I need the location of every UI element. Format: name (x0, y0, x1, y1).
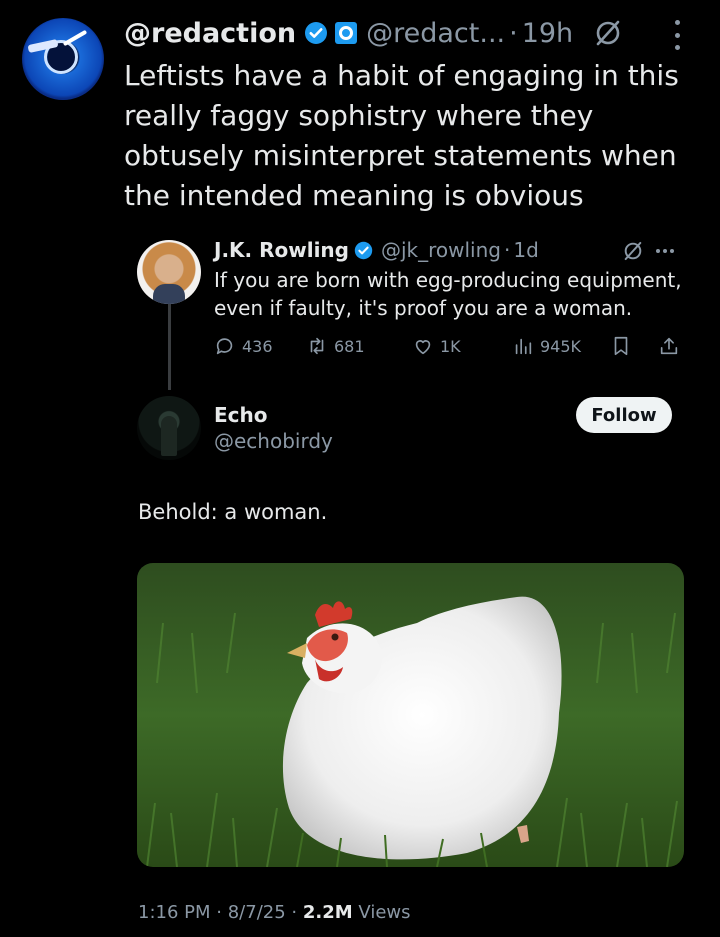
separator: · (291, 902, 298, 923)
views-icon (515, 338, 532, 355)
attached-photo-chicken[interactable] (137, 563, 684, 867)
like-button[interactable]: 1K (412, 332, 461, 360)
views-count: 945K (540, 336, 582, 356)
share-button[interactable] (658, 332, 686, 360)
quoted-text: If you are born with egg-producing equip… (214, 268, 682, 320)
reply-text: Behold: a woman. (138, 500, 328, 524)
quoted-header: J.K. Rowling @jk_rowling · 1d (214, 236, 539, 264)
like-count: 1K (440, 336, 461, 356)
verified-badge-icon (354, 241, 373, 259)
reply-count: 436 (242, 336, 273, 356)
handle[interactable]: @redact... (366, 18, 505, 49)
separator: · (216, 902, 222, 923)
share-icon (660, 337, 678, 355)
post-views-count[interactable]: 2.2M (303, 902, 353, 923)
quoted-display-name[interactable]: J.K. Rowling (214, 238, 349, 262)
separator: · (503, 238, 511, 262)
bookmark-button[interactable] (610, 332, 638, 360)
affiliate-badge-icon (335, 22, 358, 44)
quoted-timestamp[interactable]: 1d (513, 238, 538, 262)
action-bar: 436 681 1K 945K (214, 332, 684, 360)
follow-button[interactable]: Follow (576, 397, 672, 433)
grok-icon[interactable] (622, 240, 644, 262)
reply-display-name[interactable]: Echo (214, 403, 268, 427)
more-icon[interactable] (667, 20, 687, 50)
post-meta: 1:16 PM · 8/7/25 · 2.2M Views (138, 902, 411, 923)
timestamp[interactable]: 19h (522, 18, 573, 49)
tweet-header: @redaction @redact... · 19h (124, 16, 623, 50)
avatar-jk-rowling[interactable] (137, 240, 201, 304)
post-views-label: Views (358, 902, 411, 923)
post-date[interactable]: 8/7/25 (228, 902, 286, 923)
verified-badge-icon (305, 22, 328, 44)
separator: · (509, 17, 518, 49)
avatar-echo[interactable] (137, 396, 201, 460)
views-button[interactable]: 945K (512, 332, 581, 360)
post-time[interactable]: 1:16 PM (138, 902, 211, 923)
avatar-redaction[interactable] (22, 18, 104, 100)
thread-line (168, 300, 171, 390)
grok-icon[interactable] (593, 18, 623, 48)
display-name[interactable]: @redaction (124, 18, 296, 49)
tweet-text: Leftists have a habit of engaging in thi… (124, 59, 679, 212)
reply-handle[interactable]: @echobirdy (214, 429, 333, 453)
like-icon (415, 340, 431, 355)
reply-icon (216, 338, 233, 355)
quoted-handle[interactable]: @jk_rowling (381, 238, 501, 262)
repost-count: 681 (334, 336, 365, 356)
bookmark-icon (614, 336, 628, 356)
more-icon[interactable] (656, 249, 674, 253)
repost-button[interactable]: 681 (306, 332, 365, 360)
reply-button[interactable]: 436 (214, 332, 273, 360)
repost-icon (310, 337, 324, 355)
